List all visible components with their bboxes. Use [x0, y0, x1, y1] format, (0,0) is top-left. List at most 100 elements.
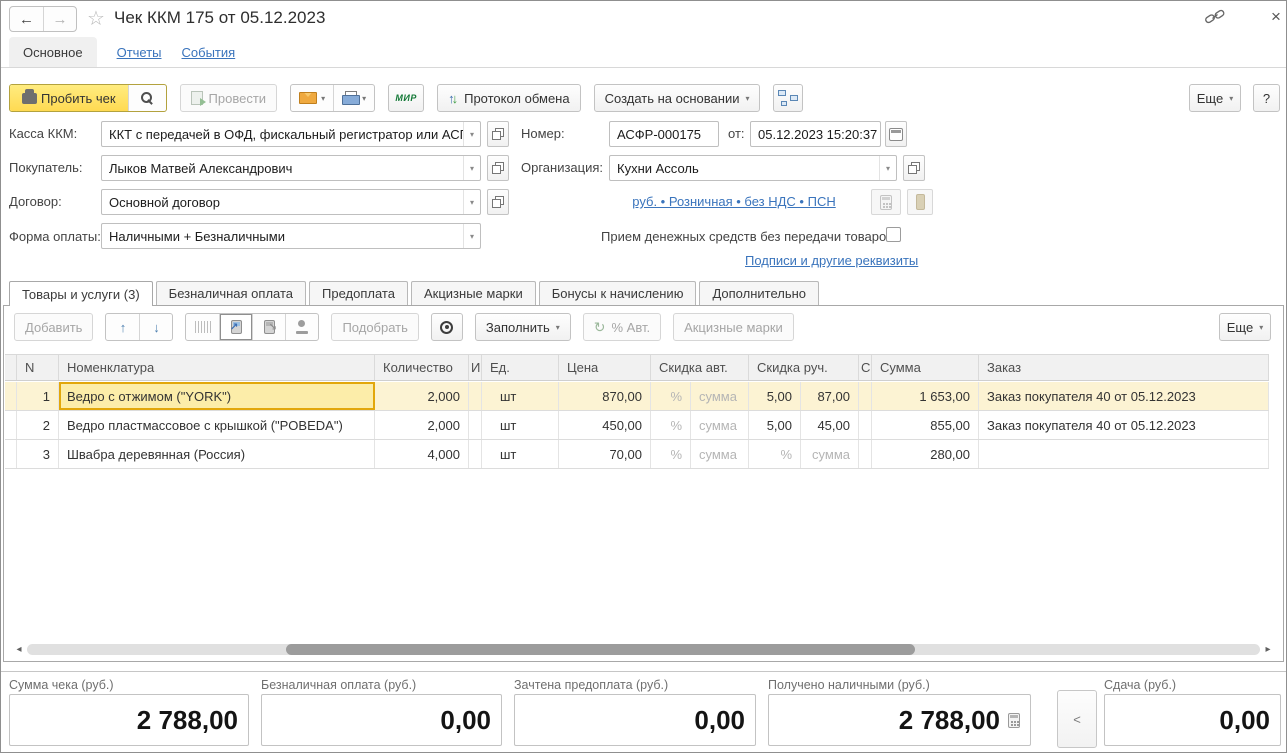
cell-manual-discount-pct[interactable]: 5,00	[749, 411, 801, 439]
number-field[interactable]: АСФР-000175	[609, 121, 719, 147]
cell-n[interactable]: 3	[17, 440, 59, 468]
contract-field[interactable]: Основной договор ▾	[101, 189, 481, 215]
cell-quantity[interactable]: 4,000	[375, 440, 469, 468]
transfer-amount-button[interactable]: <	[1057, 690, 1097, 748]
col-unit[interactable]: Ед.	[482, 355, 559, 380]
cell-sum[interactable]: 855,00	[872, 411, 979, 439]
cell-unit[interactable]: шт	[482, 440, 559, 468]
favorite-star-icon[interactable]: ☆	[87, 6, 105, 31]
send-email-button[interactable]: ▾	[291, 85, 333, 111]
scroll-right-icon[interactable]: ▸	[1263, 644, 1273, 655]
cell-price[interactable]: 450,00	[559, 411, 651, 439]
chevron-down-icon[interactable]: ▾	[463, 156, 480, 180]
col-order[interactable]: Заказ	[979, 355, 1269, 380]
cell-quantity[interactable]: 2,000	[375, 411, 469, 439]
col-quantity[interactable]: Количество	[375, 355, 469, 380]
print-button[interactable]: ▾	[333, 85, 374, 111]
col-auto-discount[interactable]: Скидка авт.	[651, 355, 749, 380]
auto-discount-button[interactable]: ↻ % Авт.	[583, 313, 661, 341]
kkm-open-button[interactable]	[487, 121, 509, 147]
nav-events[interactable]: События	[182, 37, 236, 67]
grid-more-button[interactable]: Еще ▾	[1219, 313, 1271, 341]
barcode-scan-button[interactable]	[186, 314, 219, 340]
cell-nomenclature-selected[interactable]: Ведро с отжимом ("YORK")	[59, 382, 375, 410]
excise-stamps-button[interactable]: Акцизные марки	[673, 313, 794, 341]
more-button[interactable]: Еще ▾	[1189, 84, 1241, 112]
cell-order[interactable]: Заказ покупателя 40 от 05.12.2023	[979, 382, 1269, 410]
fill-button[interactable]: Заполнить ▾	[475, 313, 571, 341]
tab-prepayment[interactable]: Предоплата	[309, 281, 408, 305]
col-price[interactable]: Цена	[559, 355, 651, 380]
chevron-down-icon[interactable]: ▾	[463, 224, 480, 248]
cell-manual-discount-pct[interactable]: %	[749, 440, 801, 468]
get-link-icon[interactable]	[1204, 9, 1226, 25]
col-truncated-1[interactable]: И	[469, 355, 482, 380]
load-from-terminal-button[interactable]: ↗	[219, 314, 252, 340]
scrollbar-track[interactable]	[27, 644, 1260, 655]
cell-price[interactable]: 70,00	[559, 440, 651, 468]
tab-goods-services[interactable]: Товары и услуги (3)	[9, 281, 153, 306]
tab-excise-stamps[interactable]: Акцизные марки	[411, 281, 536, 305]
cell-order[interactable]	[979, 440, 1269, 468]
cell-truncated-2[interactable]	[859, 440, 872, 468]
cell-auto-discount-sum[interactable]: сумма	[691, 440, 749, 468]
cell-n[interactable]: 1	[17, 382, 59, 410]
view-button[interactable]	[431, 313, 463, 341]
org-field[interactable]: Кухни Ассоль ▾	[609, 155, 897, 181]
contract-open-button[interactable]	[487, 189, 509, 215]
back-button[interactable]: ←	[10, 7, 43, 31]
cell-truncated-2[interactable]	[859, 411, 872, 439]
payment-form-field[interactable]: Наличными + Безналичными ▾	[101, 223, 481, 249]
horizontal-scrollbar[interactable]: ◂ ▸	[14, 643, 1273, 656]
chevron-down-icon[interactable]: ▾	[463, 190, 480, 214]
cell-truncated-1[interactable]	[469, 382, 482, 410]
cell-order[interactable]: Заказ покупателя 40 от 05.12.2023	[979, 411, 1269, 439]
unload-to-terminal-button[interactable]: ↘	[252, 314, 285, 340]
document-structure-button[interactable]	[773, 84, 803, 112]
cell-price[interactable]: 870,00	[559, 382, 651, 410]
calendar-button[interactable]	[885, 121, 907, 147]
col-n[interactable]: N	[17, 355, 59, 380]
cell-nomenclature[interactable]: Ведро пластмассовое с крышкой ("POBEDA")	[59, 411, 375, 439]
mir-button[interactable]: МИР	[388, 84, 424, 112]
cashless-field[interactable]: 0,00	[261, 694, 502, 746]
date-field[interactable]: 05.12.2023 15:20:37	[750, 121, 881, 147]
post-button[interactable]: Провести	[180, 84, 278, 112]
signatures-link[interactable]: Подписи и другие реквизиты	[745, 253, 918, 268]
col-truncated-2[interactable]: С	[859, 355, 872, 380]
create-based-on-button[interactable]: Создать на основании ▾	[594, 84, 761, 112]
cell-truncated-1[interactable]	[469, 411, 482, 439]
tab-cashless-payment[interactable]: Безналичная оплата	[156, 281, 306, 305]
cell-manual-discount-pct[interactable]: 5,00	[749, 382, 801, 410]
buyer-field[interactable]: Лыков Матвей Александрович ▾	[101, 155, 481, 181]
col-nomenclature[interactable]: Номенклатура	[59, 355, 375, 380]
calculator-icon[interactable]	[1008, 713, 1020, 728]
tab-additional[interactable]: Дополнительно	[699, 281, 819, 305]
nav-reports[interactable]: Отчеты	[117, 37, 162, 67]
cell-nomenclature[interactable]: Швабра деревянная (Россия)	[59, 440, 375, 468]
table-row-1[interactable]: 1 Ведро с отжимом ("YORK") 2,000 шт 870,…	[5, 382, 1269, 411]
move-down-button[interactable]: ↓	[139, 314, 172, 340]
scroll-left-icon[interactable]: ◂	[14, 644, 24, 655]
cell-quantity[interactable]: 2,000	[375, 382, 469, 410]
stamp-button[interactable]	[285, 314, 318, 340]
col-manual-discount[interactable]: Скидка руч.	[749, 355, 859, 380]
nav-main[interactable]: Основное	[9, 37, 97, 67]
cell-truncated-2[interactable]	[859, 382, 872, 410]
add-row-button[interactable]: Добавить	[14, 313, 93, 341]
cell-auto-discount-sum[interactable]: сумма	[691, 411, 749, 439]
cell-unit[interactable]: шт	[482, 411, 559, 439]
cell-manual-discount-sum[interactable]: 87,00	[801, 382, 859, 410]
table-row-3[interactable]: 3 Швабра деревянная (Россия) 4,000 шт 70…	[5, 440, 1269, 469]
punch-check-search-button[interactable]	[128, 85, 166, 111]
move-up-button[interactable]: ↑	[106, 314, 139, 340]
cell-manual-discount-sum[interactable]: 45,00	[801, 411, 859, 439]
close-icon[interactable]: ×	[1271, 7, 1281, 27]
punch-check-button[interactable]: Пробить чек	[10, 85, 128, 111]
help-button[interactable]: ?	[1253, 84, 1280, 112]
cell-auto-discount-pct[interactable]: %	[651, 440, 691, 468]
buyer-open-button[interactable]	[487, 155, 509, 181]
cell-truncated-1[interactable]	[469, 440, 482, 468]
col-sum[interactable]: Сумма	[872, 355, 979, 380]
forward-button[interactable]: →	[43, 7, 76, 31]
